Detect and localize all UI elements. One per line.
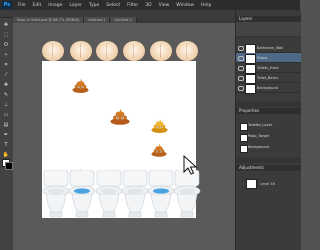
layer-name: Poops [257,56,268,60]
poop-icon[interactable] [151,144,167,157]
menu-3d[interactable]: 3D [145,3,151,8]
property-item: Toilette_Layer [240,123,278,131]
menu-edit[interactable]: Edit [33,3,42,8]
visibility-eye-icon[interactable] [238,66,244,71]
stamp-tool-icon[interactable]: ⊥ [2,102,10,108]
wall-sphere [123,41,145,61]
layer-name: Background [257,86,278,90]
visibility-eye-icon[interactable] [238,46,244,51]
toilet [42,170,70,218]
golden-poop-icon[interactable] [151,119,168,133]
tool-panel: ✥ ⬚ ʘ ✧ ⌗ ⁄ ✚ ✎ ⊥ ▭ ▤ ✒ T ✋ [0,18,13,250]
lasso-tool-icon[interactable]: ʘ [2,42,10,48]
layer-row[interactable]: Background [236,83,301,94]
toilet [147,170,175,218]
layer-row[interactable]: Bathroom_Wall [236,43,301,54]
right-panel-column: Layers Bathroom_Wall Poops Toilets_Front… [235,10,301,250]
adjustment-thumbnail [246,179,257,189]
property-thumbnail [240,123,248,131]
property-thumbnail [240,134,248,142]
property-label: Toilette_Layer [248,123,273,127]
properties-panel-title[interactable]: Properties [236,108,301,114]
wall-sphere [150,41,172,61]
menu-help[interactable]: Help [201,3,211,8]
layer-row-selected[interactable]: Poops [236,53,301,64]
hand-tool-icon[interactable]: ✋ [2,152,10,158]
photoshop-logo: Ps [2,1,12,9]
toilet [173,170,201,218]
brush-tool-icon[interactable]: ✎ [2,92,10,98]
wall-sphere [42,41,64,61]
menu-bar: Ps File Edit Image Layer Type Select Fil… [0,0,300,10]
layer-name: Toilet_Backs [257,76,279,80]
layers-blend-bar[interactable] [236,29,301,37]
layer-row[interactable]: Toilet_Backs [236,73,301,84]
visibility-eye-icon[interactable] [238,76,244,81]
property-thumbnail [240,145,248,153]
eyedropper-tool-icon[interactable]: ⁄ [2,72,10,78]
poop-icon[interactable] [72,79,89,93]
adjustment-row[interactable] [236,178,257,189]
menu-filter[interactable]: Filter [127,3,138,8]
toilet [68,170,96,218]
type-tool-icon[interactable]: T [2,142,10,148]
background-color-swatch[interactable] [5,162,13,170]
layer-thumbnail [245,84,256,94]
toilet [95,170,123,218]
pen-tool-icon[interactable]: ✒ [2,132,10,138]
menu-image[interactable]: Image [48,3,62,8]
magic-wand-tool-icon[interactable]: ✧ [2,52,10,58]
gradient-tool-icon[interactable]: ▤ [2,122,10,128]
layer-name: Toilets_Front [257,66,279,70]
menu-view[interactable]: View [159,3,170,8]
property-item: Poop_Target [240,134,278,142]
wall-sphere [70,41,92,61]
adjustments-panel-title[interactable]: Adjustments [236,165,301,171]
crop-tool-icon[interactable]: ⌗ [2,62,10,68]
layers-footer [236,102,301,107]
move-tool-icon[interactable]: ✥ [2,22,10,28]
property-item: Background [240,145,278,153]
visibility-eye-icon[interactable] [238,56,244,61]
menu-select[interactable]: Select [106,3,120,8]
menu-layer[interactable]: Layer [69,3,82,8]
menu-window[interactable]: Window [176,3,194,8]
visibility-eye-icon[interactable] [238,86,244,91]
healing-tool-icon[interactable]: ✚ [2,82,10,88]
wall-sphere [96,41,118,61]
layer-name: Bathroom_Wall [257,46,284,50]
eraser-tool-icon[interactable]: ▭ [2,112,10,118]
menu-file[interactable]: File [18,3,26,8]
marquee-tool-icon[interactable]: ⬚ [2,32,10,38]
poop-icon[interactable] [110,109,130,125]
layer-row[interactable]: Toilets_Front [236,63,301,74]
adjustment-label: Level 46 [260,182,275,186]
menu-type[interactable]: Type [89,3,99,8]
wall-sphere [176,41,198,61]
toilet [121,170,149,218]
property-label: Background [248,145,269,149]
property-label: Poop_Target [248,134,270,138]
properties-footer [236,158,301,163]
mouse-cursor-icon [183,155,198,175]
